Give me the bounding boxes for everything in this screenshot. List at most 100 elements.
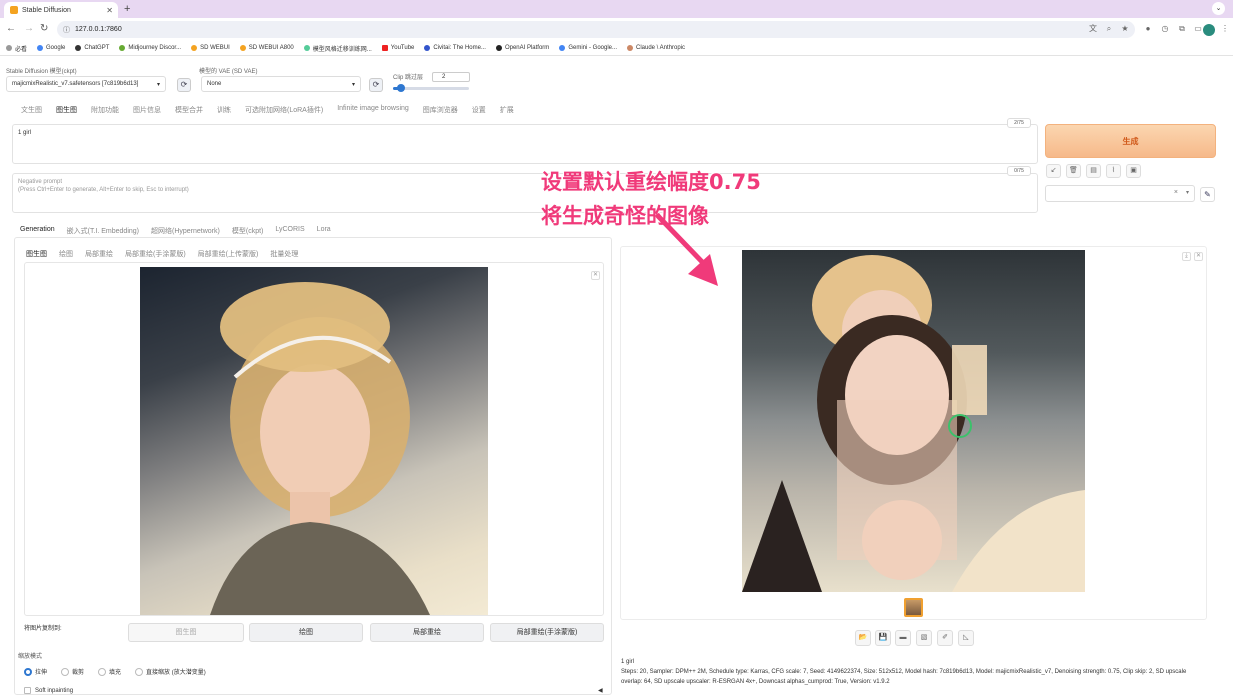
annotation-line-1: 设置默认重绘幅度0.75 bbox=[541, 170, 761, 194]
styles-select[interactable]: × ▾ bbox=[1045, 185, 1195, 202]
tab-inpaint-sketch[interactable]: 局部重绘(手涂蒙版) bbox=[119, 249, 192, 259]
clear-icon[interactable]: × bbox=[1174, 189, 1178, 196]
edit-styles-icon[interactable]: ✎ bbox=[1200, 187, 1215, 202]
tab-inpaint-upload[interactable]: 局部重绘(上传蒙版) bbox=[192, 249, 265, 259]
tab-batch[interactable]: 批量处理 bbox=[264, 249, 304, 259]
menu-icon[interactable]: ⋮ bbox=[1220, 24, 1230, 34]
download-icon[interactable]: ⤓ bbox=[1182, 252, 1191, 261]
forward-icon[interactable]: → bbox=[24, 23, 34, 34]
bookmark-item[interactable]: Gemini - Google... bbox=[559, 45, 617, 51]
trash-icon[interactable]: 🗑 bbox=[1066, 164, 1081, 178]
address-bar[interactable]: ⓘ 127.0.0.1:7860 bbox=[57, 21, 1135, 38]
paperclip-icon[interactable]: ⌇ bbox=[1106, 164, 1121, 178]
tab-img2img[interactable]: 图生图 bbox=[49, 105, 84, 116]
profile-avatar[interactable] bbox=[1203, 24, 1215, 36]
tab-image-browser[interactable]: 图库浏览器 bbox=[416, 105, 465, 116]
site-info-icon[interactable]: ⓘ bbox=[63, 25, 70, 35]
clear-image-icon[interactable]: ✕ bbox=[591, 271, 600, 280]
folder-icon bbox=[6, 45, 12, 51]
back-icon[interactable]: ← bbox=[6, 23, 16, 34]
send-to-inpaint-icon[interactable]: ✐ bbox=[937, 630, 953, 646]
box-icon[interactable]: ▣ bbox=[1126, 164, 1141, 178]
tab-additional-networks[interactable]: 可选附加网络(LoRA插件) bbox=[238, 105, 330, 116]
close-tab-icon[interactable]: ✕ bbox=[106, 6, 113, 15]
zoom-icon[interactable]: ⌕ bbox=[1104, 24, 1114, 34]
prompt-input[interactable]: 1 girl bbox=[12, 124, 1038, 164]
sidebar-icon[interactable]: ▭ bbox=[1193, 24, 1203, 34]
civitai-icon bbox=[424, 45, 431, 51]
bookmark-item[interactable]: 必看 bbox=[6, 44, 27, 53]
tab-lycoris[interactable]: LyCORIS bbox=[269, 226, 310, 236]
tab-infinite-image-browsing[interactable]: Infinite image browsing bbox=[330, 105, 416, 116]
clip-skip-slider-handle[interactable] bbox=[397, 84, 405, 92]
tab-extensions[interactable]: 扩展 bbox=[493, 105, 521, 116]
send-to-img2img-icon[interactable]: ▧ bbox=[916, 630, 932, 646]
bookmark-item[interactable]: ChatGPT bbox=[75, 45, 109, 51]
resize-mode-option[interactable]: 裁剪 bbox=[61, 667, 84, 676]
send-to-extras-icon[interactable]: ◺ bbox=[958, 630, 974, 646]
tab-inpaint[interactable]: 局部重绘 bbox=[79, 249, 119, 259]
output-image[interactable] bbox=[742, 250, 1085, 592]
history-icon[interactable]: ◷ bbox=[1160, 24, 1170, 34]
input-image bbox=[140, 267, 488, 615]
open-folder-icon[interactable]: 📂 bbox=[855, 630, 871, 646]
soft-inpainting-checkbox[interactable] bbox=[24, 687, 31, 694]
output-portrait-illustration bbox=[742, 255, 1085, 592]
copy-to-img2img-button[interactable]: 图生图 bbox=[128, 623, 244, 642]
negative-prompt-input[interactable]: Negative prompt (Press Ctrl+Enter to gen… bbox=[12, 173, 1038, 213]
tab-ckpt[interactable]: 模型(ckpt) bbox=[226, 226, 270, 236]
copy-to-inpaint-button[interactable]: 局部重绘 bbox=[370, 623, 484, 642]
tab-img2img-mode[interactable]: 图生图 bbox=[20, 249, 53, 259]
tab-sketch[interactable]: 绘图 bbox=[53, 249, 79, 259]
soft-inpainting-row[interactable]: Soft inpainting bbox=[24, 687, 73, 694]
generate-button[interactable]: 生成 bbox=[1045, 124, 1216, 158]
refresh-checkpoint-button[interactable]: ⟳ bbox=[177, 78, 191, 92]
copy-to-sketch-button[interactable]: 绘图 bbox=[249, 623, 363, 642]
bookmark-item[interactable]: OpenAI Platform bbox=[495, 45, 549, 51]
output-thumbnail[interactable] bbox=[904, 598, 923, 617]
extension-icon[interactable]: ● bbox=[1143, 24, 1153, 34]
close-gallery-icon[interactable]: ✕ bbox=[1194, 252, 1203, 261]
browser-tab[interactable]: Stable Diffusion ✕ bbox=[4, 2, 118, 18]
resize-mode-option[interactable]: 直接缩放 (放大潜变量) bbox=[135, 667, 206, 676]
bookmark-item[interactable]: SD WEBUI bbox=[191, 45, 230, 51]
tab-search-icon[interactable]: ⌄ bbox=[1212, 2, 1225, 15]
clip-skip-slider[interactable] bbox=[393, 84, 469, 92]
bookmark-item[interactable]: 模型风格迁移训练网... bbox=[303, 44, 372, 53]
read-params-icon[interactable]: ↙ bbox=[1046, 164, 1061, 178]
zip-icon[interactable]: ▬ bbox=[895, 630, 911, 646]
bookmark-item[interactable]: Civitai: The Home... bbox=[424, 45, 486, 51]
checkpoint-select[interactable]: majicmixRealistic_v7.safetensors [7c819b… bbox=[6, 76, 166, 92]
bookmark-star-icon[interactable]: ★ bbox=[1120, 24, 1130, 34]
vae-select[interactable]: None ▾ bbox=[201, 76, 361, 92]
resize-mode-option[interactable]: 填充 bbox=[98, 667, 121, 676]
tab-checkpoint-merger[interactable]: 模型合并 bbox=[168, 105, 210, 116]
bookmark-item[interactable]: SD WEBUI A800 bbox=[239, 45, 294, 51]
checkpoint-label: Stable Diffusion 模型(ckpt) bbox=[6, 69, 77, 75]
clip-skip-input[interactable]: 2 bbox=[432, 72, 470, 82]
new-tab-icon[interactable]: + bbox=[124, 3, 130, 15]
bookmark-item[interactable]: YouTube bbox=[381, 45, 414, 51]
copy-to-inpaint-sketch-button[interactable]: 局部重绘(手涂蒙版) bbox=[490, 623, 604, 642]
clipboard-icon[interactable]: ▤ bbox=[1086, 164, 1101, 178]
collapse-icon[interactable]: ◀ bbox=[598, 687, 603, 694]
tab-generation[interactable]: Generation bbox=[14, 226, 61, 236]
tab-train[interactable]: 训练 bbox=[210, 105, 238, 116]
tab-lora[interactable]: Lora bbox=[311, 226, 337, 236]
bookmark-item[interactable]: Claude \ Anthropic bbox=[627, 45, 685, 51]
tab-settings[interactable]: 设置 bbox=[465, 105, 493, 116]
resize-mode-option[interactable]: 拉伸 bbox=[24, 667, 47, 676]
save-icon[interactable]: 💾 bbox=[875, 630, 891, 646]
refresh-vae-button[interactable]: ⟳ bbox=[369, 78, 383, 92]
tab-png-info[interactable]: 图片信息 bbox=[126, 105, 168, 116]
bookmark-item[interactable]: Midjourney Discor... bbox=[119, 45, 181, 51]
bookmark-item[interactable]: Google bbox=[37, 45, 65, 51]
negative-prompt-placeholder: (Press Ctrl+Enter to generate, Alt+Enter… bbox=[18, 187, 189, 193]
reload-icon[interactable]: ↻ bbox=[40, 23, 48, 34]
translate-icon[interactable]: 文 bbox=[1088, 24, 1098, 34]
tab-hypernetwork[interactable]: 超网络(Hypernetwork) bbox=[145, 226, 226, 236]
tab-extras[interactable]: 附加功能 bbox=[84, 105, 126, 116]
tab-embedding[interactable]: 嵌入式(T.I. Embedding) bbox=[61, 226, 145, 236]
extensions-puzzle-icon[interactable]: ⧉ bbox=[1177, 24, 1187, 34]
tab-txt2img[interactable]: 文生图 bbox=[14, 105, 49, 116]
